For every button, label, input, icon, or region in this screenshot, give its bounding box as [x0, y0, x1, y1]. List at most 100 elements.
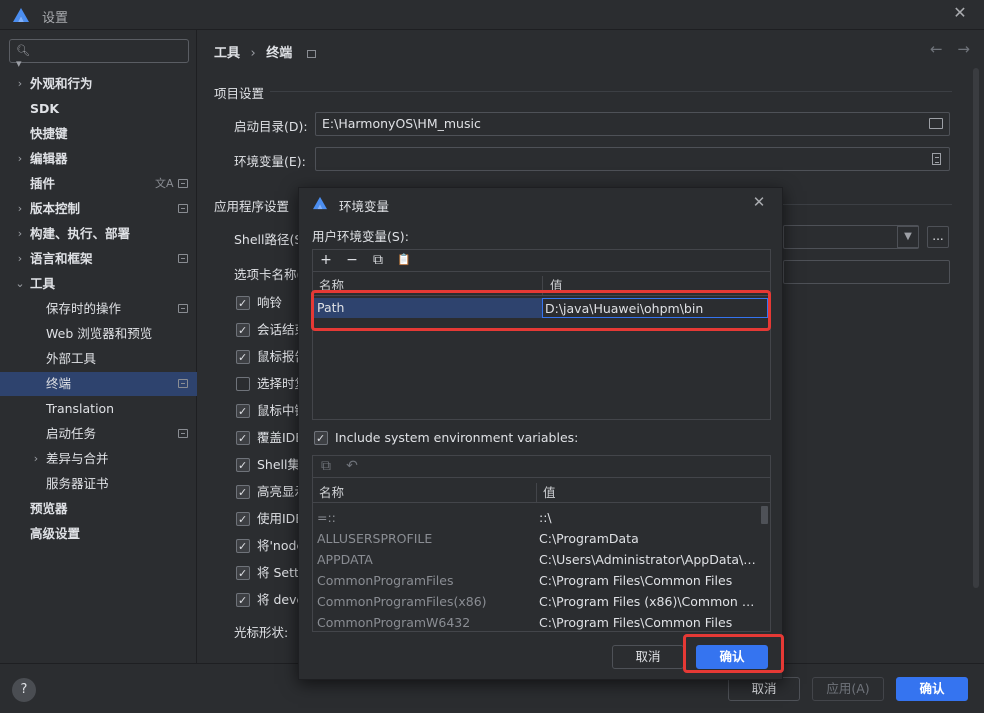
sidebar-item-label: Web 浏览器和预览: [46, 326, 153, 341]
sidebar-item-工具[interactable]: ⌄ 工具: [0, 272, 197, 296]
sidebar-item-外观和行为[interactable]: › 外观和行为: [0, 72, 197, 96]
undo-icon[interactable]: ↶: [344, 458, 360, 474]
checkbox[interactable]: [236, 591, 250, 611]
system-vars-scrollbar[interactable]: [761, 506, 768, 524]
settings-scrollbar[interactable]: [973, 68, 979, 588]
sidebar-item-服务器证书[interactable]: 服务器证书: [0, 472, 197, 496]
dialog-cancel-button[interactable]: 取消: [612, 645, 684, 669]
sidebar-item-预览器[interactable]: 预览器: [0, 497, 197, 521]
table-row[interactable]: CommonProgramW6432 C:\Program Files\Commo…: [313, 612, 770, 633]
sidebar-item-label: 快捷键: [30, 126, 68, 141]
column-divider[interactable]: [536, 483, 537, 503]
sidebar-item-插件[interactable]: 插件 文A: [0, 172, 197, 196]
table-row[interactable]: ALLUSERSPROFILE C:\ProgramData: [313, 528, 770, 549]
sidebar-item-终端[interactable]: 终端: [0, 372, 197, 396]
remove-icon[interactable]: −: [344, 252, 360, 268]
sidebar-item-启动任务[interactable]: 启动任务: [0, 422, 197, 446]
option-label: 响铃: [257, 295, 283, 310]
checkbox[interactable]: [236, 483, 250, 503]
var-name-cell: =::: [317, 510, 336, 525]
table-row[interactable]: APPDATA C:\Users\Administrator\AppData\R.…: [313, 549, 770, 570]
chevron-right-icon[interactable]: ›: [15, 72, 25, 96]
close-icon[interactable]: ✕: [952, 5, 968, 21]
cancel-button[interactable]: 取消: [728, 677, 800, 701]
sidebar-item-Web-浏览器和预览[interactable]: Web 浏览器和预览: [0, 322, 197, 346]
shell-path-dropdown[interactable]: ▼: [897, 226, 919, 248]
paste-icon[interactable]: 📋: [396, 252, 412, 268]
sidebar-item-高级设置[interactable]: 高级设置: [0, 522, 197, 546]
var-value-cell: C:\Users\Administrator\AppData\R...: [539, 552, 759, 567]
browse-button[interactable]: ...: [927, 226, 949, 248]
section-divider: [783, 204, 952, 205]
sidebar-item-label: SDK: [30, 101, 60, 116]
table-row[interactable]: =::::\: [313, 507, 770, 528]
sidebar-item-编辑器[interactable]: › 编辑器: [0, 147, 197, 171]
system-vars-panel: ⧉ ↶ 名称 值 =::::\ ALLUSERSPROFILE C:\Program…: [312, 455, 771, 632]
forward-arrow-icon[interactable]: →: [957, 40, 970, 58]
checkbox[interactable]: [236, 537, 250, 557]
chevron-right-icon[interactable]: ›: [15, 222, 25, 246]
breadcrumb-parent[interactable]: 工具: [214, 46, 240, 61]
chevron-right-icon[interactable]: ›: [31, 447, 41, 471]
sidebar-item-label: 编辑器: [30, 151, 68, 166]
var-value-cell: C:\Program Files\Common Files: [539, 573, 733, 588]
start-dir-field[interactable]: E:\HarmonyOS\HM_music: [315, 112, 950, 136]
sidebar-item-外部工具[interactable]: 外部工具: [0, 347, 197, 371]
highlight-box: [311, 290, 771, 331]
table-row[interactable]: CommonProgramFiles(x86) C:\Program Files …: [313, 591, 770, 612]
var-value-cell: ::\: [539, 510, 552, 525]
checkbox[interactable]: [236, 321, 250, 341]
edit-list-icon[interactable]: [932, 153, 941, 165]
search-input[interactable]: 🔍︎▾: [9, 39, 189, 70]
settings-sidebar: 🔍︎▾ › 外观和行为 SDK 快捷键 › 编辑器 插件 文A › 版本控制 › 构建、执行、部署 › 语…: [0, 30, 197, 663]
chevron-right-icon[interactable]: ›: [15, 147, 25, 171]
sidebar-item-Translation[interactable]: Translation: [0, 397, 197, 421]
sidebar-item-label: 语言和框架: [30, 251, 93, 266]
tab-name-field[interactable]: [783, 260, 950, 284]
copy-icon[interactable]: ⧉: [318, 458, 334, 474]
back-arrow-icon[interactable]: ←: [930, 40, 943, 58]
copy-icon[interactable]: ⧉: [370, 252, 386, 268]
ok-button[interactable]: 确认: [896, 677, 968, 701]
folder-icon[interactable]: [929, 118, 943, 129]
var-value-cell: C:\ProgramData: [539, 531, 639, 546]
apply-button[interactable]: 应用(A): [812, 677, 884, 701]
project-scope-icon: [178, 204, 188, 213]
sidebar-item-构建、执行、部署[interactable]: › 构建、执行、部署: [0, 222, 197, 246]
checkbox[interactable]: [236, 510, 250, 530]
project-scope-icon: [178, 429, 188, 438]
checkbox[interactable]: [236, 456, 250, 476]
project-scope-icon: [306, 49, 316, 58]
checkbox[interactable]: [236, 564, 250, 584]
checkbox[interactable]: [314, 429, 328, 449]
breadcrumb-current: 终端: [266, 46, 293, 61]
table-row[interactable]: CommonProgramFiles C:\Program Files\Commo…: [313, 570, 770, 591]
chevron-right-icon[interactable]: ›: [15, 247, 25, 271]
checkbox[interactable]: [236, 348, 250, 368]
env-vars-field[interactable]: [315, 147, 950, 171]
sidebar-item-差异与合并[interactable]: › 差异与合并: [0, 447, 197, 471]
sidebar-item-语言和框架[interactable]: › 语言和框架: [0, 247, 197, 271]
sidebar-item-快捷键[interactable]: 快捷键: [0, 122, 197, 146]
project-scope-icon: [178, 179, 188, 188]
sidebar-item-版本控制[interactable]: › 版本控制: [0, 197, 197, 221]
column-name-header[interactable]: 名称: [319, 483, 344, 503]
add-icon[interactable]: +: [318, 252, 334, 268]
column-value-header[interactable]: 值: [543, 483, 556, 503]
checkbox[interactable]: [236, 402, 250, 422]
sidebar-item-SDK[interactable]: SDK: [0, 97, 197, 121]
close-icon[interactable]: ✕: [751, 194, 767, 210]
checkbox[interactable]: [236, 294, 250, 314]
sidebar-item-label: 差异与合并: [46, 451, 109, 466]
sidebar-item-label: 构建、执行、部署: [30, 226, 131, 241]
checkbox[interactable]: [236, 377, 250, 391]
project-settings-heading: 项目设置: [214, 86, 265, 101]
sidebar-item-label: 插件: [30, 176, 56, 191]
help-button[interactable]: ?: [12, 678, 36, 702]
checkbox[interactable]: [236, 429, 250, 449]
chevron-down-icon[interactable]: ⌄: [15, 272, 25, 296]
chevron-right-icon[interactable]: ›: [15, 197, 25, 221]
sidebar-item-label: 版本控制: [30, 201, 81, 216]
sidebar-item-保存时的操作[interactable]: 保存时的操作: [0, 297, 197, 321]
var-value-cell: C:\Program Files\Common Files: [539, 615, 733, 630]
